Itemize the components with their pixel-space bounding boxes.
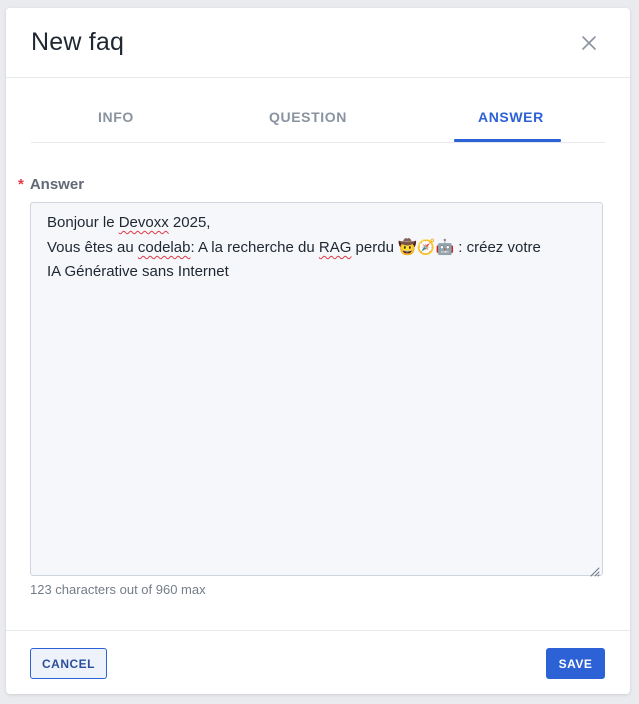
text-segment: 2025, — [168, 214, 211, 231]
tab-answer[interactable]: ANSWER — [478, 109, 544, 125]
tab-info[interactable]: INFO — [98, 109, 134, 125]
tab-question[interactable]: QUESTION — [269, 109, 347, 125]
text-segment: : créez votre — [454, 239, 541, 256]
answer-line-1: Bonjour le Devoxx 2025, — [47, 211, 586, 235]
text-segment: : A la recherche du — [190, 239, 319, 256]
answer-label: * Answer — [18, 176, 84, 193]
character-counter: 123 characters out of 960 max — [30, 582, 206, 597]
text-segment: Bonjour le — [47, 214, 119, 231]
answer-label-text: Answer — [29, 176, 85, 193]
spellcheck-word: RAG — [318, 239, 352, 256]
required-marker: * — [18, 176, 24, 193]
dialog-header: New faq — [6, 8, 630, 78]
close-icon[interactable] — [578, 32, 600, 54]
cancel-button[interactable]: CANCEL — [30, 648, 107, 679]
tab-bar: INFO QUESTION ANSWER — [31, 93, 605, 143]
spellcheck-word: codelab — [137, 239, 191, 256]
text-segment: IA Générative sans Internet — [47, 263, 229, 280]
save-button[interactable]: SAVE — [546, 648, 605, 679]
resize-handle-icon[interactable] — [588, 561, 600, 577]
active-tab-indicator — [454, 139, 561, 142]
answer-textarea[interactable]: Bonjour le Devoxx 2025, Vous êtes au cod… — [30, 202, 603, 577]
answer-line-3: IA Générative sans Internet — [47, 260, 586, 284]
answer-line-2: Vous êtes au codelab: A la recherche du … — [47, 235, 586, 260]
spellcheck-word: Devoxx — [118, 214, 169, 231]
dialog-footer: CANCEL SAVE — [6, 630, 630, 695]
text-segment: perdu — [351, 239, 399, 256]
emoji-group: 🤠🧭🤖 — [398, 238, 455, 256]
text-segment: Vous êtes au — [47, 239, 138, 256]
new-faq-dialog: New faq INFO QUESTION ANSWER * Answer Bon… — [6, 8, 630, 694]
dialog-title: New faq — [31, 28, 125, 56]
